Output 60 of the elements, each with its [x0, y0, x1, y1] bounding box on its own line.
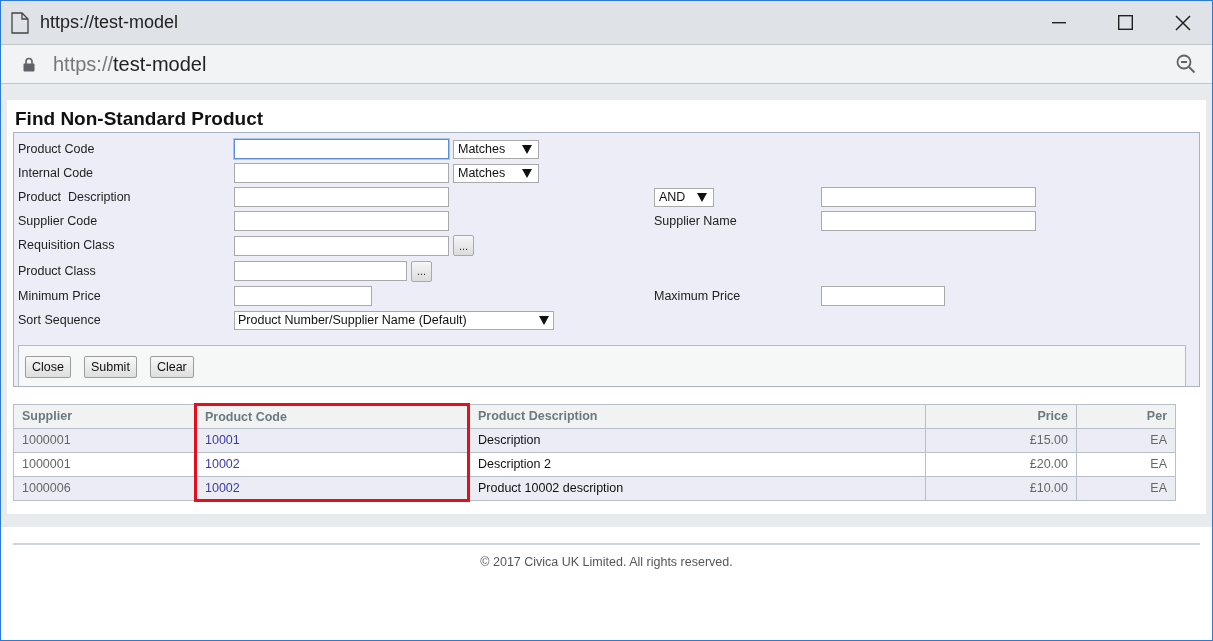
field-label: Minimum Price: [18, 287, 102, 305]
input-field[interactable]: [234, 211, 449, 231]
table-cell: 1000006: [13, 476, 196, 501]
table-cell: £15.00: [925, 428, 1077, 453]
input-field[interactable]: [234, 261, 407, 282]
field-label: Product Description: [18, 188, 132, 206]
field-label: Supplier Code: [18, 212, 99, 230]
url-text[interactable]: https://test-model: [53, 49, 207, 79]
lock-icon: [23, 56, 35, 72]
operator-dropdown[interactable]: Matches: [453, 139, 539, 159]
form-button[interactable]: Close: [25, 356, 71, 378]
caret-icon: [522, 168, 532, 178]
caret-icon: [522, 144, 532, 154]
input-field[interactable]: [234, 187, 449, 207]
field-label: Sort Sequence: [18, 311, 102, 329]
input-field[interactable]: [821, 187, 1036, 207]
field-label: Product Code: [18, 140, 96, 158]
form-button[interactable]: Clear: [149, 356, 194, 378]
operator-dropdown[interactable]: AND: [654, 187, 714, 207]
operator-dropdown[interactable]: Matches: [453, 163, 539, 183]
column-header[interactable]: Supplier: [13, 404, 196, 429]
page-icon: [11, 11, 29, 34]
input-field[interactable]: [234, 163, 449, 183]
field-label: Maximum Price: [654, 287, 741, 305]
field-label: Supplier Name: [654, 212, 737, 230]
column-header[interactable]: Price: [925, 404, 1077, 429]
minimize-icon: [1052, 21, 1066, 24]
caret-icon: [539, 315, 549, 325]
table-cell: EA: [1076, 452, 1176, 477]
close-icon: [1175, 14, 1191, 31]
table-cell: £10.00: [925, 476, 1077, 501]
field-label: Requisition Class: [18, 237, 116, 255]
field-label: Product Class: [18, 262, 97, 280]
input-field[interactable]: [234, 139, 449, 159]
table-cell: Description 2: [468, 452, 926, 477]
input-field[interactable]: [821, 211, 1036, 231]
sort-dropdown[interactable]: Product Number/Supplier Name (Default): [234, 310, 554, 330]
table-cell: 1000001: [13, 428, 196, 453]
maximize-icon: [1117, 15, 1133, 30]
product-code-link[interactable]: 10002: [195, 476, 469, 501]
input-field[interactable]: [234, 286, 372, 306]
column-header[interactable]: Per: [1076, 404, 1176, 429]
input-field[interactable]: [821, 286, 945, 306]
table-cell: £20.00: [925, 452, 1077, 477]
lookup-button[interactable]: ...: [411, 260, 433, 282]
zoom-out-icon[interactable]: [1176, 54, 1196, 74]
copyright-text: © 2017 Civica UK Limited. All rights reserved.: [479, 554, 734, 571]
field-label: Internal Code: [18, 164, 95, 182]
window-title: https://test-model: [40, 11, 179, 34]
column-header[interactable]: Product Description: [468, 404, 926, 429]
lookup-button[interactable]: ...: [453, 235, 475, 257]
table-cell: Product 10002 description: [468, 476, 926, 501]
table-cell: 1000001: [13, 452, 196, 477]
table-cell: EA: [1076, 428, 1176, 453]
table-cell: EA: [1076, 476, 1176, 501]
input-field[interactable]: [234, 235, 449, 256]
page-heading: Find Non-Standard Product: [15, 107, 265, 131]
caret-icon: [697, 192, 707, 202]
table-cell: Description: [468, 428, 926, 453]
form-button[interactable]: Submit: [83, 356, 137, 378]
